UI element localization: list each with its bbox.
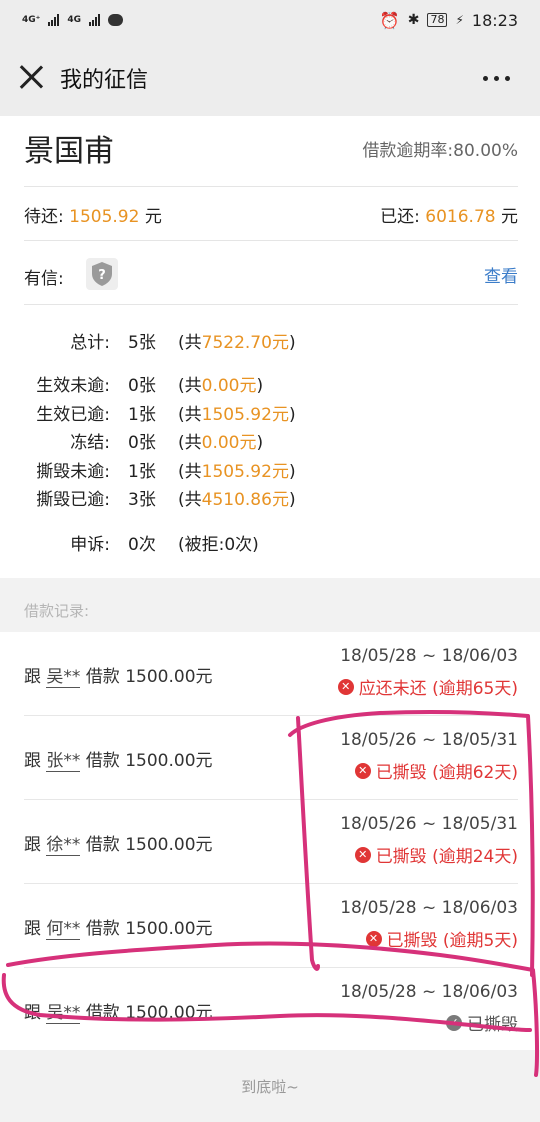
record-date: 18/05/28 ~ 18/06/03: [340, 898, 518, 918]
stat-row: 生效未逾: 0张 (共0.00元): [0, 371, 263, 397]
stat-label: 冻结:: [70, 433, 110, 453]
record-desc: 跟 何** 借款 1500.00元: [24, 919, 213, 940]
lender-name[interactable]: 吴**: [46, 667, 81, 688]
end-of-list: 到底啦~: [241, 1077, 299, 1096]
stat-total: (共7522.70元): [178, 333, 296, 353]
lender-name[interactable]: 张**: [46, 751, 81, 772]
paid-unit: 元: [501, 207, 518, 227]
record-status: ✕ 应还未还 (逾期65天): [337, 674, 518, 699]
stat-label: 撕毁未逾:: [36, 462, 110, 482]
page-title: 我的征信: [60, 68, 149, 93]
stat-count: 5张: [128, 333, 156, 353]
charging-icon: ⚡: [455, 13, 464, 27]
stat-label: 生效已逾:: [36, 405, 110, 425]
error-icon: ✕: [354, 846, 371, 863]
battery-icon: 78: [427, 13, 448, 27]
record-status: ✕ 已撕毁 (逾期5天): [365, 926, 518, 951]
nav-bar: 我的征信: [0, 40, 540, 116]
record-date: 18/05/26 ~ 18/05/31: [340, 730, 518, 750]
list-item[interactable]: 跟 吴** 借款 1500.00元 18/05/28 ~ 18/06/03 ✓ 已…: [0, 968, 540, 1052]
appeal-count: 0次: [128, 535, 156, 555]
close-icon[interactable]: [18, 64, 44, 90]
network-2-label: 4G: [67, 15, 82, 25]
view-link[interactable]: 查看: [484, 262, 518, 287]
error-icon: ✕: [354, 762, 371, 779]
stat-total: (共0.00元): [178, 376, 264, 396]
stat-label: 生效未逾:: [36, 376, 110, 396]
record-status: ✕ 已撕毁 (逾期62天): [354, 758, 518, 783]
paid-amount-row: 已还: 6016.78 元: [380, 202, 518, 227]
record-desc: 跟 吴** 借款 1500.00元: [24, 667, 213, 688]
stat-row: 冻结: 0张 (共0.00元): [0, 428, 263, 454]
stat-row: 总计: 5张 (共7522.70元): [0, 328, 296, 354]
lender-name[interactable]: 何**: [46, 919, 81, 940]
stat-label: 总计:: [70, 333, 110, 353]
error-icon: ✕: [337, 678, 354, 695]
message-icon: [108, 14, 124, 26]
paid-label: 已还:: [380, 207, 420, 227]
appeal-label: 申诉:: [70, 535, 110, 555]
stat-total: (共4510.86元): [178, 490, 296, 510]
status-bar: 4G⁺ 4G ⏰ ✱ 78 ⚡ 18:23: [0, 0, 540, 40]
records-title: 借款记录:: [24, 602, 90, 620]
appeal-row: 申诉: 0次 (被拒:0次): [0, 530, 259, 556]
list-item[interactable]: 跟 吴** 借款 1500.00元 18/05/28 ~ 18/06/03 ✕ 应…: [0, 632, 540, 716]
list-item[interactable]: 跟 张** 借款 1500.00元 18/05/26 ~ 18/05/31 ✕ 已…: [0, 716, 540, 800]
more-icon[interactable]: [483, 76, 510, 81]
lender-name[interactable]: 徐**: [46, 835, 81, 856]
overdue-rate-value: 80.00%: [453, 141, 518, 161]
stat-count: 1张: [128, 405, 156, 425]
pending-unit: 元: [144, 207, 162, 227]
divider: [24, 240, 518, 241]
signal-icon: [48, 14, 60, 26]
record-desc: 跟 张** 借款 1500.00元: [24, 751, 213, 772]
lender-name[interactable]: 吴**: [46, 1003, 81, 1024]
divider: [24, 304, 518, 305]
status-right: ⏰ ✱ 78 ⚡ 18:23: [380, 11, 518, 30]
record-status: ✓ 已撕毁: [446, 1010, 518, 1035]
stat-row: 撕毁已逾: 3张 (共4510.86元): [0, 485, 296, 511]
svg-text:?: ?: [98, 268, 106, 283]
stat-count: 0张: [128, 433, 156, 453]
stat-count: 3张: [128, 490, 156, 510]
stat-total: (共0.00元): [178, 433, 264, 453]
stat-row: 撕毁未逾: 1张 (共1505.92元): [0, 457, 296, 483]
stat-count: 0张: [128, 376, 156, 396]
paid-amount: 6016.78: [425, 207, 496, 227]
loan-records-list: 跟 吴** 借款 1500.00元 18/05/28 ~ 18/06/03 ✕ 应…: [0, 632, 540, 1050]
pending-label: 待还:: [24, 207, 64, 227]
record-desc: 跟 吴** 借款 1500.00元: [24, 1003, 213, 1024]
alarm-icon: ⏰: [379, 10, 400, 30]
pending-amount-row: 待还: 1505.92 元: [24, 202, 162, 227]
stat-count: 1张: [128, 462, 156, 482]
status-time: 18:23: [471, 10, 518, 30]
record-date: 18/05/26 ~ 18/05/31: [340, 814, 518, 834]
network-1-label: 4G⁺: [22, 15, 41, 25]
user-name: 景国甫: [24, 134, 114, 169]
bluetooth-icon: ✱: [407, 12, 420, 28]
record-date: 18/05/28 ~ 18/06/03: [340, 982, 518, 1002]
record-desc: 跟 徐** 借款 1500.00元: [24, 835, 213, 856]
check-icon: ✓: [446, 1014, 462, 1031]
credit-summary-card: 景国甫 借款逾期率:80.00% 待还: 1505.92 元 已还: 6016.…: [0, 116, 540, 578]
list-item[interactable]: 跟 何** 借款 1500.00元 18/05/28 ~ 18/06/03 ✕ 已…: [0, 884, 540, 968]
overdue-rate-label: 借款逾期率:: [362, 141, 454, 161]
overdue-rate: 借款逾期率:80.00%: [362, 136, 518, 161]
error-icon: ✕: [365, 930, 382, 947]
record-status: ✕ 已撕毁 (逾期24天): [354, 842, 518, 867]
shield-question-icon: ?: [86, 258, 118, 290]
stat-total: (共1505.92元): [178, 462, 296, 482]
list-item[interactable]: 跟 徐** 借款 1500.00元 18/05/26 ~ 18/05/31 ✕ 已…: [0, 800, 540, 884]
youxin-label: 有信:: [24, 269, 64, 289]
record-date: 18/05/28 ~ 18/06/03: [340, 646, 518, 666]
signal-icon-2: [89, 14, 101, 26]
pending-amount: 1505.92: [69, 207, 140, 227]
stat-label: 撕毁已逾:: [36, 490, 110, 510]
stat-row: 生效已逾: 1张 (共1505.92元): [0, 400, 296, 426]
appeal-rejected: (被拒:0次): [178, 535, 259, 555]
status-left: 4G⁺ 4G: [22, 14, 124, 26]
stat-total: (共1505.92元): [178, 405, 296, 425]
divider: [24, 186, 518, 187]
